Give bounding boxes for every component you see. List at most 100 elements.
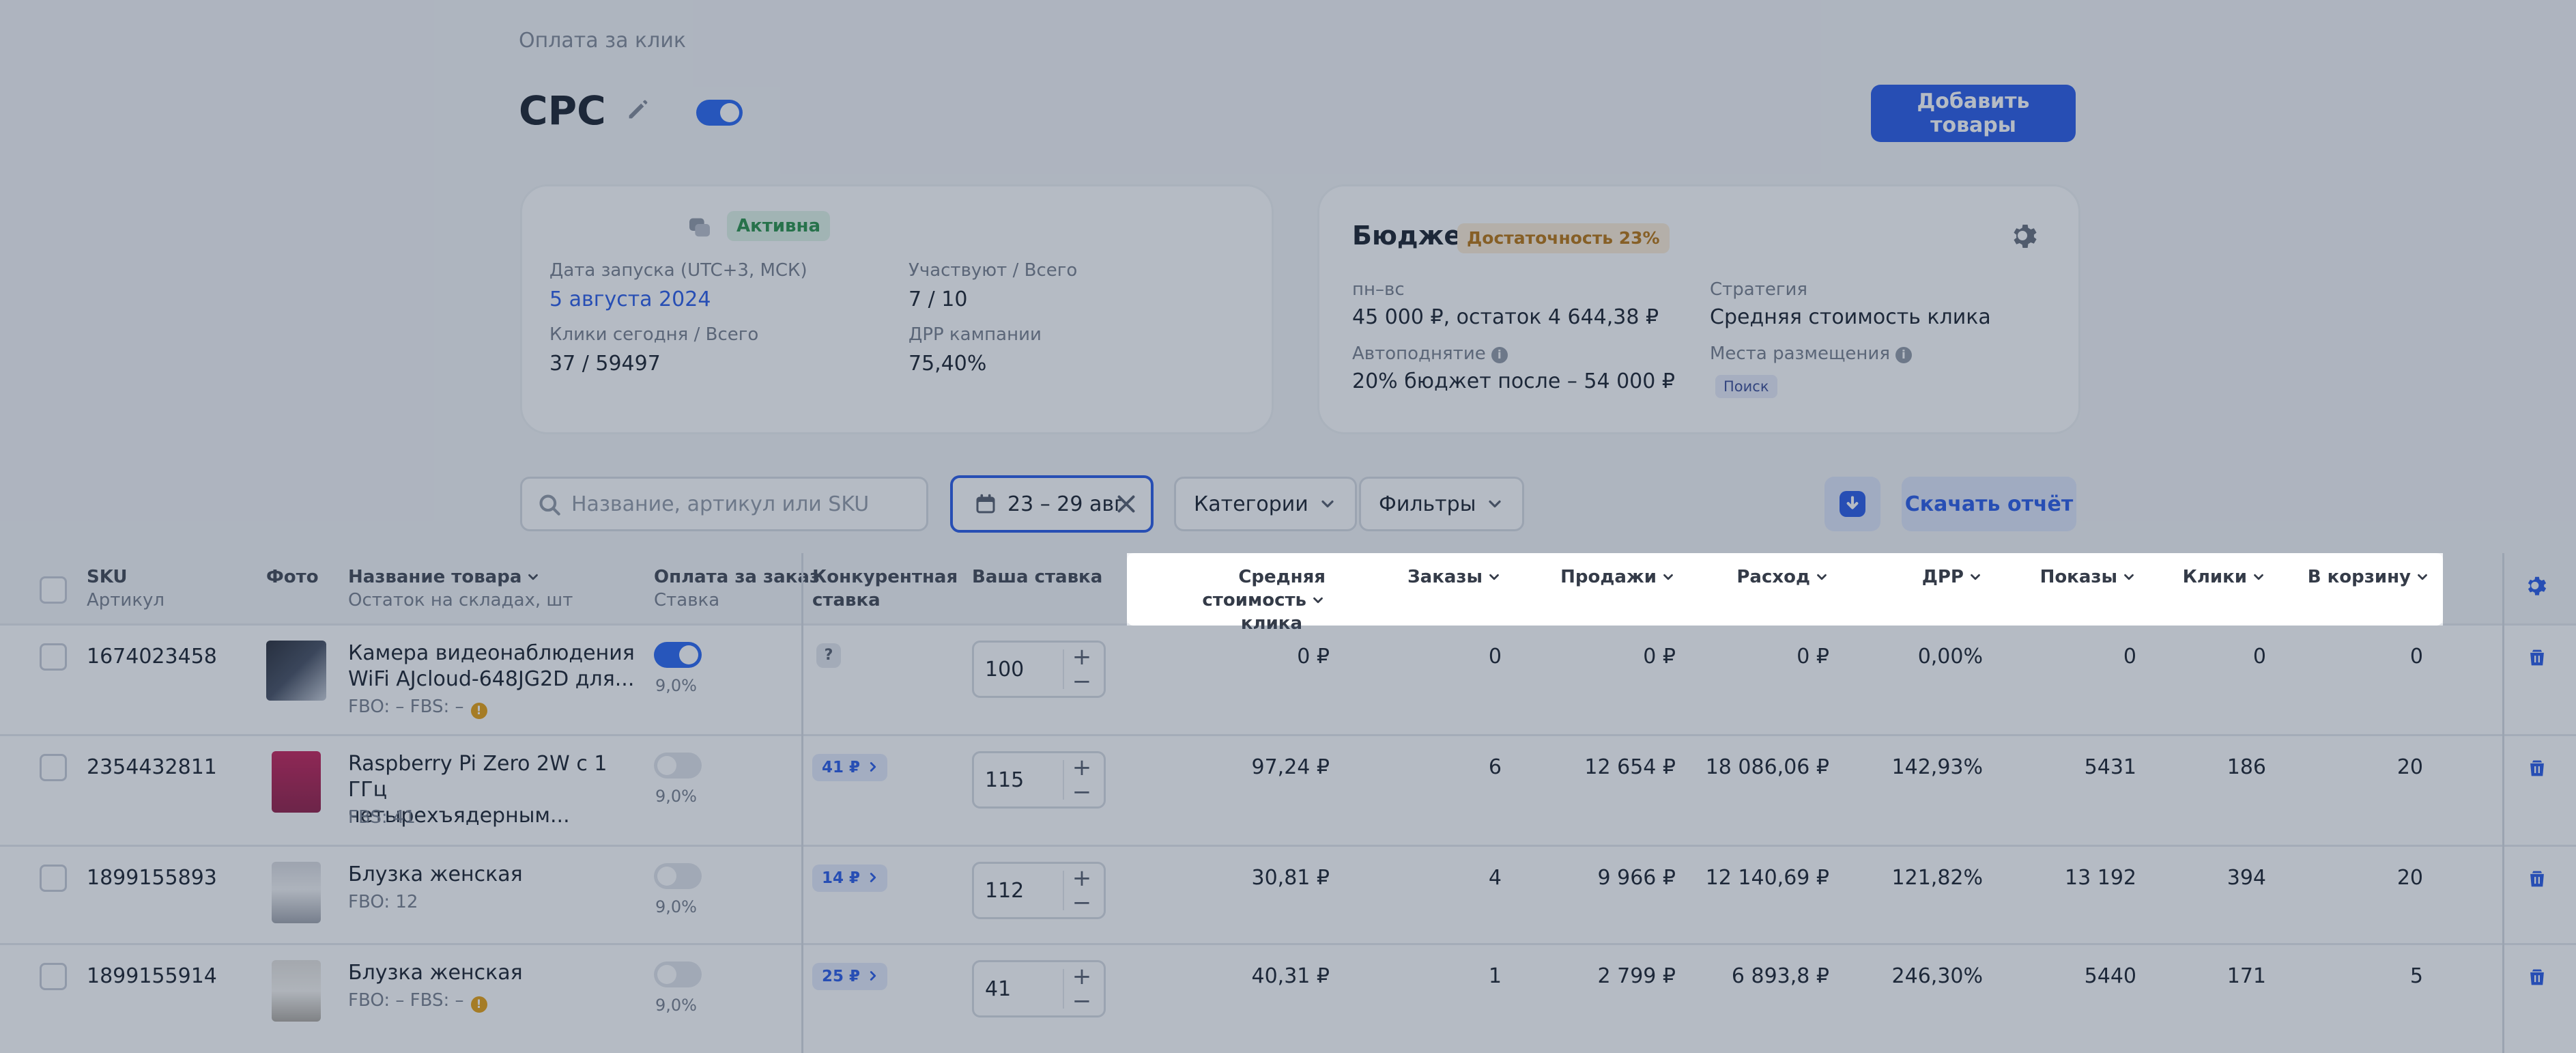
product-name[interactable]: Блузка женская (348, 862, 635, 888)
date-range-button[interactable]: 23 – 29 авг (950, 475, 1154, 533)
plus-icon[interactable]: + (1070, 965, 1094, 988)
pay-per-order-toggle[interactable] (654, 961, 702, 987)
categories-label: Категории (1194, 492, 1308, 516)
question-icon[interactable]: ? (816, 643, 841, 668)
pencil-icon[interactable] (625, 96, 652, 123)
bid-stepper[interactable]: + − (972, 862, 1106, 919)
pay-per-order-toggle[interactable] (654, 753, 702, 778)
warning-icon[interactable]: ! (470, 996, 487, 1013)
sku-value[interactable]: 2354432811 (87, 755, 217, 779)
period-value: 45 000 ₽, остаток 4 644,38 ₽ (1352, 305, 1659, 329)
product-name[interactable]: Блузка женская (348, 960, 635, 986)
th-add-to-cart[interactable]: В корзину (2280, 565, 2430, 589)
th-clicks[interactable]: Клики (2157, 565, 2266, 589)
stock-info: FBO: 12 (348, 892, 418, 912)
minus-icon[interactable]: − (1070, 781, 1094, 804)
th-sales[interactable]: Продажи (1536, 565, 1676, 589)
add-products-button[interactable]: Добавить товары (1871, 85, 2076, 142)
minus-icon[interactable]: − (1070, 891, 1094, 914)
gear-icon[interactable] (2524, 574, 2550, 600)
filters-dropdown[interactable]: Фильтры (1359, 477, 1525, 531)
gear-icon[interactable] (2009, 221, 2042, 253)
plus-icon[interactable]: + (1070, 867, 1094, 890)
chevron-right-icon (870, 971, 876, 981)
search-field[interactable] (520, 477, 928, 531)
th-your-bid[interactable]: Ваша ставка (972, 565, 1102, 589)
table-header: SKU Артикул Фото Название товара Остаток н… (0, 553, 2576, 634)
th-avg-click-cost[interactable]: Средняя стоимость клика (1141, 565, 1326, 635)
row-checkbox[interactable] (40, 754, 67, 781)
avg-click-cost: 97,24 ₽ (1251, 755, 1330, 779)
chevron-down-icon (2254, 574, 2263, 580)
bid-stepper[interactable]: + − (972, 641, 1106, 698)
avg-click-cost: 30,81 ₽ (1251, 866, 1330, 890)
close-icon[interactable] (1114, 492, 1139, 516)
plus-icon[interactable]: + (1070, 645, 1094, 669)
select-all-checkbox[interactable] (40, 576, 67, 604)
th-spend[interactable]: Расход (1693, 565, 1829, 589)
clicks-value: 394 (2227, 866, 2266, 890)
minus-icon[interactable]: − (1070, 670, 1094, 693)
th-competitive-bid[interactable]: Конкурентная ставка (812, 565, 958, 612)
launch-date-label: Дата запуска (UTC+3, МСК) (549, 260, 807, 281)
warning-icon[interactable]: ! (470, 703, 487, 719)
trash-icon[interactable] (2525, 867, 2549, 890)
download-report-button[interactable]: Скачать отчёт (1902, 477, 2076, 531)
bid-stepper[interactable]: + − (972, 960, 1106, 1017)
chat-icon[interactable] (686, 214, 713, 241)
filters-label: Фильтры (1379, 492, 1476, 516)
bid-input[interactable] (985, 643, 1067, 696)
orders-value: 1 (1488, 964, 1502, 988)
sku-value[interactable]: 1899155914 (87, 964, 217, 988)
product-name[interactable]: Камера видеонаблюдения WiFi AJcloud-648JG… (348, 641, 635, 692)
table-row: 2354432811 Raspberry Pi Zero 2W с 1 ГГц ч… (0, 736, 2576, 847)
product-photo[interactable] (272, 751, 321, 813)
competitive-bid-chip[interactable]: 14 ₽ (812, 865, 888, 892)
info-icon[interactable]: i (1895, 347, 1912, 363)
th-pay-per-order[interactable]: Оплата за заказ Ставка (654, 565, 820, 612)
th-photo: Фото (266, 567, 319, 587)
launch-date-value[interactable]: 5 августа 2024 (549, 287, 711, 311)
breadcrumb[interactable]: Оплата за клик (519, 29, 686, 53)
th-name[interactable]: Название товара Остаток на складах, шт (348, 565, 573, 612)
chevron-down-icon (1321, 500, 1334, 508)
trash-icon[interactable] (2525, 966, 2549, 989)
bid-input[interactable] (985, 864, 1067, 917)
product-photo[interactable] (272, 862, 321, 923)
th-drr[interactable]: ДРР (1857, 565, 1983, 589)
th-impressions[interactable]: Показы (1993, 565, 2136, 589)
product-photo[interactable] (266, 641, 326, 701)
rate-value: 9,0% (655, 787, 697, 806)
stock-info: FBS: 41 (348, 807, 416, 828)
row-checkbox[interactable] (40, 643, 67, 671)
competitive-bid-chip[interactable]: 25 ₽ (812, 963, 888, 990)
pay-per-order-toggle[interactable] (654, 642, 702, 668)
pay-per-order-toggle[interactable] (654, 863, 702, 889)
cart-value: 5 (2409, 964, 2423, 988)
impressions-value: 0 (2123, 645, 2136, 669)
sku-value[interactable]: 1674023458 (87, 645, 217, 669)
search-input[interactable] (571, 479, 913, 529)
row-checkbox[interactable] (40, 963, 67, 990)
bid-stepper[interactable]: + − (972, 751, 1106, 809)
row-checkbox[interactable] (40, 865, 67, 892)
chevron-down-icon (2418, 574, 2427, 580)
product-photo[interactable] (272, 960, 321, 1022)
spend-value: 12 140,69 ₽ (1705, 866, 1829, 890)
minus-icon[interactable]: − (1070, 989, 1094, 1013)
info-icon[interactable]: i (1491, 347, 1508, 363)
sku-value[interactable]: 1899155893 (87, 866, 217, 890)
th-orders[interactable]: Заказы (1386, 565, 1502, 589)
chevron-down-icon (1489, 574, 1499, 580)
competitive-bid-chip[interactable]: 41 ₽ (812, 754, 888, 781)
campaign-toggle[interactable] (696, 100, 743, 126)
bid-input[interactable] (985, 753, 1067, 806)
bid-input[interactable] (985, 962, 1067, 1015)
th-sku[interactable]: SKU Артикул (87, 565, 164, 612)
trash-icon[interactable] (2525, 646, 2549, 669)
chevron-down-icon (1489, 500, 1502, 508)
plus-icon[interactable]: + (1070, 756, 1094, 779)
trash-icon[interactable] (2525, 757, 2549, 780)
download-button[interactable] (1824, 477, 1880, 531)
categories-dropdown[interactable]: Категории (1174, 477, 1357, 531)
